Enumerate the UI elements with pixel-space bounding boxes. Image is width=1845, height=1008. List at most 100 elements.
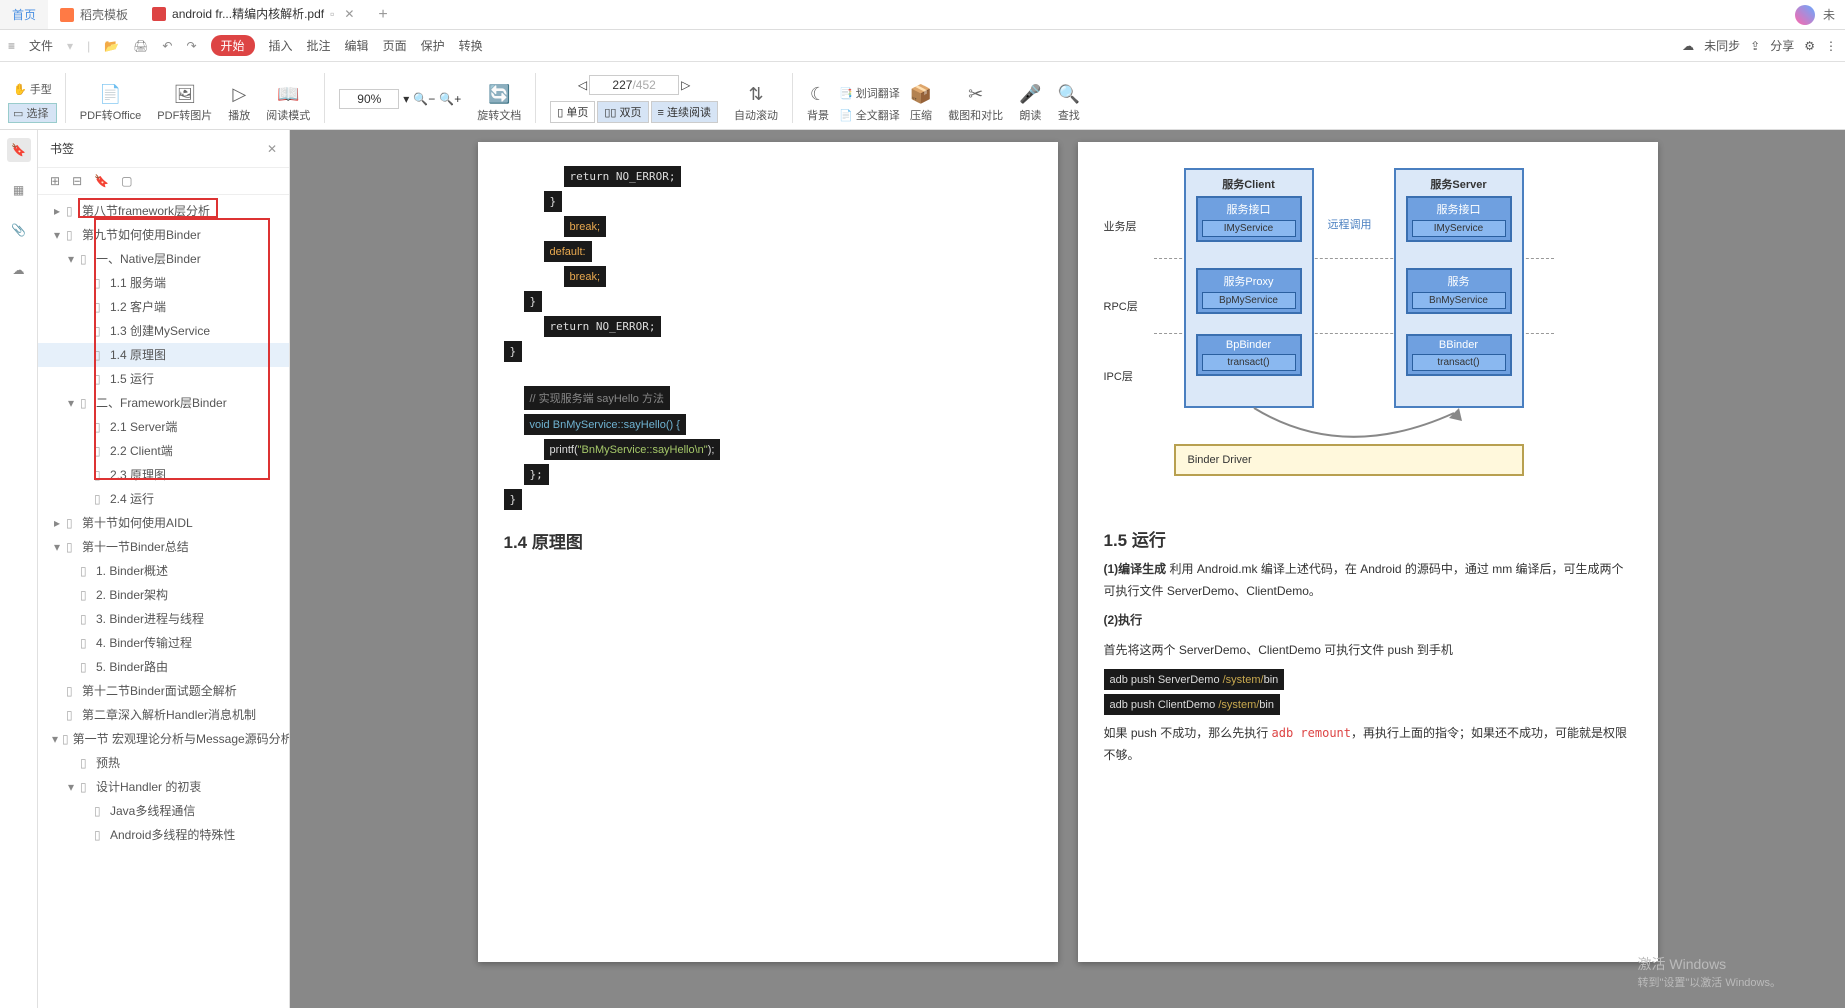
zoom-input[interactable]: 90% — [339, 89, 399, 109]
bookmark-item[interactable]: ▯1.3 创建MyService — [38, 319, 289, 343]
zoom-out-icon[interactable]: 🔍− — [413, 92, 435, 106]
bookmark-item[interactable]: ▾▯第十一节Binder总结 — [38, 535, 289, 559]
zoom-in-icon[interactable]: 🔍+ — [439, 92, 461, 106]
tool-rotate[interactable]: 🔄旋转文档 — [471, 84, 527, 123]
menu-insert[interactable]: 插入 — [269, 37, 293, 54]
bookmark-item[interactable]: ▯第十二节Binder面试题全解析 — [38, 679, 289, 703]
chevron-icon[interactable]: ▸ — [52, 202, 62, 220]
chevron-icon[interactable]: ▾ — [66, 778, 76, 796]
tool-continuous[interactable]: ≡ 连续阅读 — [651, 101, 718, 123]
menu-file[interactable]: 文件 — [29, 37, 53, 54]
bm-other-icon[interactable]: ▢ — [121, 174, 132, 188]
tool-compress[interactable]: 📦压缩 — [904, 84, 938, 123]
tool-word-translate[interactable]: 📑 划词翻译 — [839, 85, 900, 101]
menu-page[interactable]: 页面 — [383, 37, 407, 54]
bookmark-item[interactable]: ▯1.5 运行 — [38, 367, 289, 391]
share-label: 分享 — [1770, 37, 1794, 54]
share-icon[interactable]: ⇪ — [1750, 39, 1760, 53]
tool-crop[interactable]: ✂截图和对比 — [942, 84, 1009, 123]
tool-pdf2office[interactable]: 📄PDF转Office — [74, 84, 148, 123]
bookmark-item[interactable]: ▾▯设计Handler 的初衷 — [38, 775, 289, 799]
bookmark-item[interactable]: ▯2. Binder架构 — [38, 583, 289, 607]
new-tab-button[interactable]: + — [366, 6, 399, 24]
document-viewport[interactable]: return NO_ERROR; } break; default: break… — [290, 130, 1845, 1008]
tool-play[interactable]: ▷播放 — [222, 84, 256, 123]
rail-attachment-icon[interactable]: 📎 — [7, 218, 31, 242]
page-next-icon[interactable]: ▷ — [681, 78, 690, 92]
bookmark-item[interactable]: ▾▯一、Native层Binder — [38, 247, 289, 271]
cloud-icon[interactable]: ☁ — [1682, 39, 1694, 53]
menu-protect[interactable]: 保护 — [421, 37, 445, 54]
bookmark-item[interactable]: ▯3. Binder进程与线程 — [38, 607, 289, 631]
bookmark-item[interactable]: ▯4. Binder传输过程 — [38, 631, 289, 655]
settings-icon[interactable]: ⚙ — [1804, 39, 1815, 53]
bookmark-label: 第二章深入解析Handler消息机制 — [82, 706, 256, 724]
bookmark-item[interactable]: ▯2.2 Client端 — [38, 439, 289, 463]
tool-hand[interactable]: ✋ 手型 — [8, 78, 57, 100]
zoom-dropdown-icon[interactable]: ▾ — [403, 92, 409, 106]
menu-edit[interactable]: 编辑 — [345, 37, 369, 54]
more-icon[interactable]: ⋮ — [1825, 39, 1837, 53]
bookmark-item[interactable]: ▯第二章深入解析Handler消息机制 — [38, 703, 289, 727]
bookmark-item[interactable]: ▯预热 — [38, 751, 289, 775]
open-icon[interactable]: 📂 — [104, 39, 119, 53]
bookmark-item[interactable]: ▸▯第十节如何使用AIDL — [38, 511, 289, 535]
bookmark-item[interactable]: ▯1.2 客户端 — [38, 295, 289, 319]
tool-full-translate[interactable]: 📄 全文翻译 — [839, 107, 900, 123]
hamburger-icon[interactable]: ≡ — [8, 39, 15, 53]
tool-pdf2img[interactable]: 🖼PDF转图片 — [151, 84, 218, 123]
menu-annot[interactable]: 批注 — [307, 37, 331, 54]
rail-cloud-icon[interactable]: ☁ — [7, 258, 31, 282]
tool-autoscroll[interactable]: ⇅自动滚动 — [728, 84, 784, 123]
bookmark-tree[interactable]: ▸▯第八节framework层分析▾▯第九节如何使用Binder▾▯一、Nati… — [38, 195, 289, 1008]
rail-bookmark-icon[interactable]: 🔖 — [7, 138, 31, 162]
chevron-icon[interactable]: ▾ — [66, 394, 76, 412]
tool-find[interactable]: 🔍查找 — [1052, 84, 1086, 123]
bookmark-item[interactable]: ▾▯第一节 宏观理论分析与Message源码分析 — [38, 727, 289, 751]
bookmark-item[interactable]: ▯1. Binder概述 — [38, 559, 289, 583]
tool-read[interactable]: 🎤朗读 — [1013, 84, 1047, 123]
bookmark-item[interactable]: ▯Android多线程的特殊性 — [38, 823, 289, 847]
page-input[interactable]: 227/452 — [589, 75, 679, 95]
close-icon[interactable]: ✕ — [344, 7, 354, 21]
page-prev-icon[interactable]: ◁ — [578, 78, 587, 92]
bookmark-item[interactable]: ▯1.1 服务端 — [38, 271, 289, 295]
menu-start[interactable]: 开始 — [211, 35, 255, 56]
chevron-icon[interactable]: ▾ — [52, 226, 62, 244]
tool-double-page[interactable]: ▯▯ 双页 — [597, 101, 648, 123]
bookmark-item[interactable]: ▯2.4 运行 — [38, 487, 289, 511]
avatar[interactable] — [1795, 5, 1815, 25]
bm-add-icon[interactable]: 🔖 — [94, 174, 109, 188]
tab-docer[interactable]: 稻壳模板 — [48, 0, 140, 29]
pdf-icon — [152, 7, 166, 21]
menu-convert[interactable]: 转换 — [459, 37, 483, 54]
chevron-icon[interactable]: ▾ — [52, 538, 62, 556]
tool-bg[interactable]: ☾背景 — [801, 84, 835, 123]
chevron-icon[interactable]: ▸ — [52, 514, 62, 532]
tool-select[interactable]: ▭ 选择 — [8, 103, 57, 123]
bookmark-item[interactable]: ▾▯第九节如何使用Binder — [38, 223, 289, 247]
chevron-icon[interactable]: ▾ — [66, 250, 76, 268]
tab-active-doc[interactable]: android fr...精编内核解析.pdf ▫ ✕ — [140, 0, 366, 29]
tool-readmode[interactable]: 📖阅读模式 — [260, 84, 316, 123]
redo-icon[interactable]: ↷ — [186, 39, 196, 53]
bm-collapse-icon[interactable]: ⊟ — [72, 174, 82, 188]
bookmark-icon: ▯ — [62, 730, 69, 748]
tool-single-page[interactable]: ▯ 单页 — [550, 101, 595, 123]
tab-pin-icon[interactable]: ▫ — [330, 7, 334, 21]
tab-home[interactable]: 首页 — [0, 0, 48, 29]
bookmark-item[interactable]: ▸▯第八节framework层分析 — [38, 199, 289, 223]
bookmark-item[interactable]: ▯5. Binder路由 — [38, 655, 289, 679]
rail-thumbnails-icon[interactable]: ▦ — [7, 178, 31, 202]
chevron-icon[interactable]: ▾ — [52, 730, 58, 748]
bookmark-item[interactable]: ▯2.1 Server端 — [38, 415, 289, 439]
bookmark-item[interactable]: ▯1.4 原理图 — [38, 343, 289, 367]
bookmark-item[interactable]: ▯2.3 原理图 — [38, 463, 289, 487]
bookmark-item[interactable]: ▯Java多线程通信 — [38, 799, 289, 823]
print-icon[interactable]: 🖨 — [133, 39, 148, 53]
sidebar-close-icon[interactable]: ✕ — [267, 142, 277, 156]
book-icon: 📖 — [277, 84, 299, 105]
bookmark-item[interactable]: ▾▯二、Framework层Binder — [38, 391, 289, 415]
bm-expand-icon[interactable]: ⊞ — [50, 174, 60, 188]
undo-icon[interactable]: ↶ — [162, 39, 172, 53]
